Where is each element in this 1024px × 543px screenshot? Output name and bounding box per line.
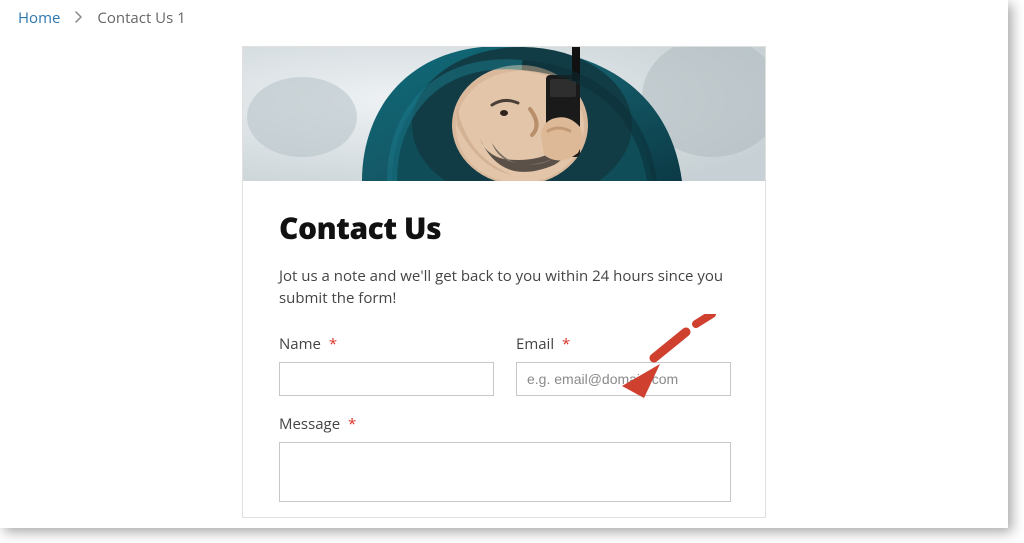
message-label-text: Message xyxy=(279,414,340,434)
hero-image xyxy=(243,47,765,181)
card-body: Contact Us Jot us a note and we'll get b… xyxy=(243,181,765,507)
page-title: Contact Us xyxy=(279,207,729,248)
name-label: Name * xyxy=(279,334,494,354)
field-name: Name * xyxy=(279,334,494,396)
required-marker: * xyxy=(348,414,356,434)
contact-card: Contact Us Jot us a note and we'll get b… xyxy=(242,46,766,518)
email-input[interactable] xyxy=(516,362,731,396)
message-label: Message * xyxy=(279,414,729,434)
name-label-text: Name xyxy=(279,334,321,354)
field-email: Email * xyxy=(516,334,731,396)
email-label: Email * xyxy=(516,334,731,354)
chevron-right-icon xyxy=(74,9,83,28)
name-input[interactable] xyxy=(279,362,494,396)
page-container: Home Contact Us 1 xyxy=(0,0,1008,528)
field-message: Message * xyxy=(279,414,729,507)
breadcrumb-current: Contact Us 1 xyxy=(97,8,185,28)
form-row-name-email: Name * Email * xyxy=(279,334,729,396)
required-marker: * xyxy=(329,334,337,354)
email-label-text: Email xyxy=(516,334,554,354)
breadcrumb: Home Contact Us 1 xyxy=(0,0,1008,28)
page-subtitle: Jot us a note and we'll get back to you … xyxy=(279,266,729,310)
breadcrumb-home-link[interactable]: Home xyxy=(18,8,60,28)
required-marker: * xyxy=(562,334,570,354)
message-textarea[interactable] xyxy=(279,442,731,502)
